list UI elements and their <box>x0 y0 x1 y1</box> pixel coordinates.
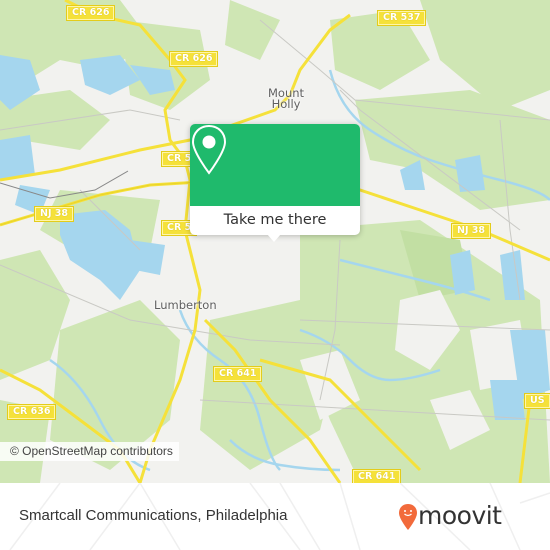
road-label-cr636: CR 636 <box>6 404 57 420</box>
location-popup: Take me there <box>190 124 360 242</box>
map-attribution[interactable]: © OpenStreetMap contributors <box>0 442 179 461</box>
footer-bar: Smartcall Communications, Philadelphia m… <box>0 483 550 550</box>
take-me-there-button[interactable]: Take me there <box>190 206 360 235</box>
moovit-logo[interactable]: moovit <box>398 501 538 535</box>
place-label-mount-holly: Mount Holly <box>268 86 305 111</box>
road-label-nj38: NJ 38 <box>33 206 75 222</box>
road-label-cr641: CR 641 <box>351 469 402 483</box>
moovit-wordmark: moovit <box>418 501 502 530</box>
road-label-cr626: CR 626 <box>168 51 219 67</box>
road-label-cr626: CR 626 <box>65 5 116 21</box>
map-pin-icon <box>191 124 227 175</box>
road-label-cr641: CR 641 <box>212 366 263 382</box>
road-label-us: US <box>524 393 550 409</box>
place-label-lumberton: Lumberton <box>154 298 217 312</box>
moovit-smiley-pin-icon <box>399 504 417 530</box>
road-label-cr537: CR 537 <box>376 10 427 26</box>
road-label-nj38: NJ 38 <box>450 223 492 239</box>
map-view[interactable]: CR 626 CR 626 CR 537 CR 5 NJ 38 CR 5 NJ … <box>0 0 550 483</box>
place-name: Smartcall Communications, Philadelphia <box>19 507 288 524</box>
popup-pointer <box>267 234 281 242</box>
popup-header <box>190 124 360 206</box>
